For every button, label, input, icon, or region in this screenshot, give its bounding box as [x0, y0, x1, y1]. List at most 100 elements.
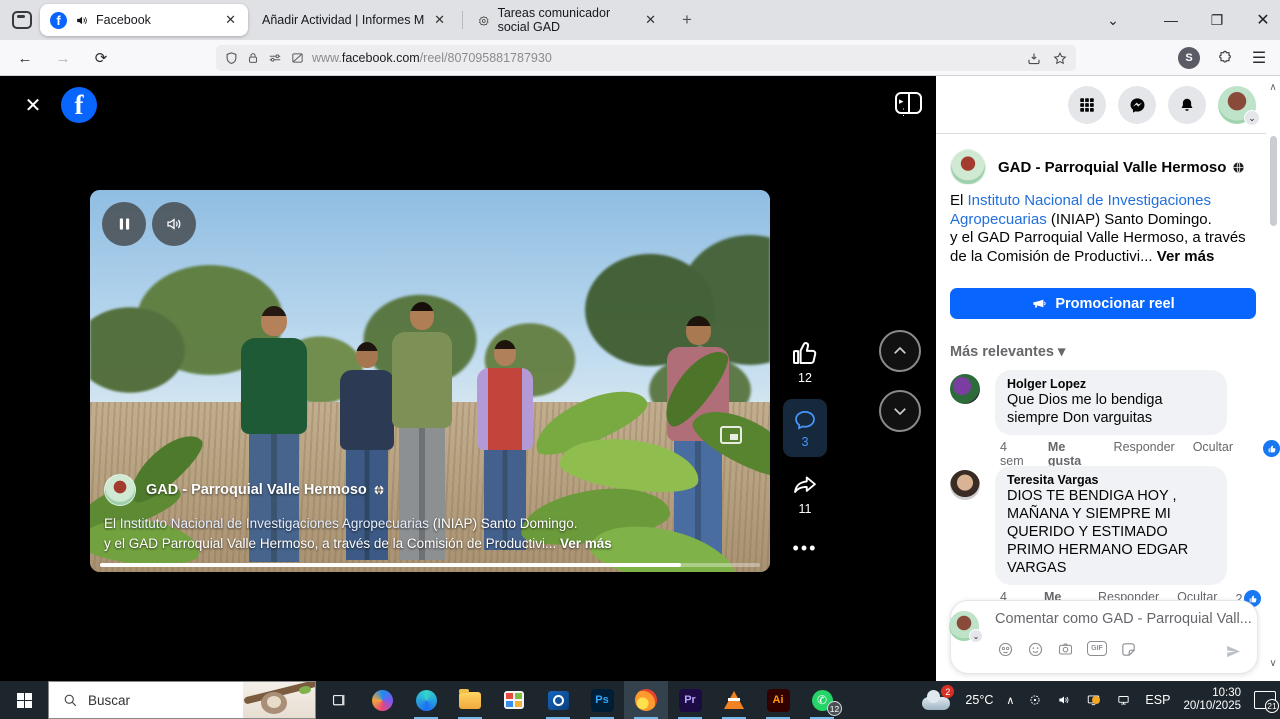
- cast-alert-icon[interactable]: [1085, 693, 1102, 707]
- comment-author[interactable]: Holger Lopez: [1007, 377, 1215, 391]
- save-page-icon[interactable]: [1026, 51, 1042, 66]
- temperature-label[interactable]: 25°C: [965, 693, 993, 707]
- composer-avatar[interactable]: ⌄: [949, 611, 979, 641]
- sticker-icon[interactable]: [1120, 641, 1137, 658]
- permissions-icon[interactable]: [267, 51, 283, 65]
- commenter-avatar[interactable]: [950, 470, 980, 500]
- outlook-icon[interactable]: [536, 681, 580, 719]
- window-close-button[interactable]: ✕: [1240, 0, 1280, 40]
- window-restore-button[interactable]: ❐: [1194, 0, 1240, 40]
- blocked-content-icon[interactable]: [290, 51, 305, 65]
- reload-button[interactable]: ⟳: [88, 46, 114, 70]
- whatsapp-icon[interactable]: ✆ 12: [800, 681, 844, 719]
- language-indicator[interactable]: ESP: [1145, 693, 1170, 707]
- like-icon[interactable]: [790, 338, 820, 368]
- vlc-icon[interactable]: [712, 681, 756, 719]
- copilot-icon[interactable]: [360, 681, 404, 719]
- back-button[interactable]: ←: [12, 46, 38, 70]
- comments-sort-dropdown[interactable]: Más relevantes ▾: [950, 344, 1065, 360]
- video-page-name[interactable]: GAD - Parroquial Valle Hermoso: [146, 482, 385, 498]
- tab-facebook[interactable]: f Facebook ✕: [40, 4, 248, 36]
- premiere-icon[interactable]: Pr: [668, 681, 712, 719]
- close-reel-icon[interactable]: ✕: [20, 92, 46, 118]
- account-avatar[interactable]: ⌄: [1218, 86, 1256, 124]
- comment-hide-button[interactable]: Ocultar: [1193, 440, 1233, 454]
- page-header[interactable]: GAD - Parroquial Valle Hermoso: [950, 149, 1245, 185]
- tab-informes[interactable]: Añadir Actividad | Informes Mensua ✕: [252, 4, 457, 36]
- picture-in-picture-icon[interactable]: [720, 426, 742, 444]
- illustrator-icon[interactable]: Ai: [756, 681, 800, 719]
- sidebar-scrollbar-thumb[interactable]: [1270, 136, 1277, 226]
- notifications-button[interactable]: [1168, 86, 1206, 124]
- page-avatar[interactable]: [950, 149, 986, 185]
- pause-button[interactable]: [102, 202, 146, 246]
- toggle-comments-panel-icon[interactable]: [895, 92, 922, 114]
- lock-icon[interactable]: [246, 51, 260, 65]
- see-more-link[interactable]: Ver más: [1157, 248, 1215, 265]
- facebook-logo[interactable]: f: [61, 87, 97, 123]
- comment-reply-button[interactable]: Responder: [1114, 440, 1175, 454]
- camera-icon[interactable]: [1057, 641, 1074, 657]
- photoshop-icon[interactable]: Ps: [580, 681, 624, 719]
- firefox-icon[interactable]: [624, 681, 668, 719]
- comment-button[interactable]: 3: [783, 399, 827, 457]
- file-explorer-icon[interactable]: [448, 681, 492, 719]
- shield-icon[interactable]: [224, 51, 239, 66]
- page-avatar[interactable]: [104, 474, 136, 506]
- forward-button[interactable]: →: [50, 46, 76, 70]
- window-minimize-button[interactable]: —: [1148, 0, 1194, 40]
- taskbar-search-input[interactable]: Buscar: [48, 681, 316, 719]
- tray-expand-chevron-icon[interactable]: ∧: [1006, 694, 1014, 707]
- comment-author[interactable]: Teresita Vargas: [1007, 473, 1215, 487]
- tab-close-icon[interactable]: ✕: [643, 12, 658, 28]
- tab-audio-icon[interactable]: [75, 14, 88, 27]
- meet-now-icon[interactable]: [1027, 693, 1043, 707]
- composer-input[interactable]: Comentar como GAD - Parroquial Vall...: [995, 611, 1252, 627]
- sidebar-scroll-down[interactable]: ∨: [1267, 658, 1279, 669]
- comment-bubble[interactable]: Holger Lopez Que Dios me lo bendiga siem…: [995, 370, 1227, 435]
- video-progress-bar[interactable]: [100, 563, 760, 567]
- emoji-icon[interactable]: [1027, 641, 1044, 658]
- next-reel-button[interactable]: [879, 390, 921, 432]
- microsoft-store-icon[interactable]: [492, 681, 536, 719]
- reel-video[interactable]: GAD - Parroquial Valle Hermoso El Instit…: [90, 190, 770, 572]
- weather-widget[interactable]: 2: [922, 689, 952, 711]
- volume-button[interactable]: [152, 202, 196, 246]
- commenter-avatar[interactable]: [950, 374, 980, 404]
- network-icon[interactable]: [1115, 693, 1132, 707]
- start-button[interactable]: [0, 681, 48, 719]
- apps-menu-button[interactable]: [1068, 86, 1106, 124]
- new-tab-button[interactable]: +: [670, 0, 704, 40]
- more-options-icon[interactable]: •••: [793, 538, 818, 559]
- volume-tray-icon[interactable]: [1056, 693, 1072, 707]
- clock-widget[interactable]: 10:30 20/10/2025: [1183, 687, 1241, 713]
- search-highlight-sloth-image[interactable]: [243, 682, 315, 718]
- task-view-button[interactable]: [316, 681, 360, 719]
- list-tabs-chevron-icon[interactable]: ⌄: [1090, 0, 1136, 40]
- bookmark-star-icon[interactable]: [1052, 51, 1068, 66]
- messenger-button[interactable]: [1118, 86, 1156, 124]
- sidebar-scroll-up[interactable]: ∧: [1267, 82, 1279, 93]
- edge-icon[interactable]: [404, 681, 448, 719]
- tab-close-icon[interactable]: ✕: [223, 12, 238, 28]
- avatar-sticker-icon[interactable]: [997, 641, 1014, 658]
- see-more-link[interactable]: Ver más: [560, 536, 612, 551]
- comment-reactions[interactable]: [1263, 440, 1280, 457]
- promote-reel-button[interactable]: Promocionar reel: [950, 288, 1256, 319]
- menu-hamburger-icon[interactable]: ☰: [1246, 46, 1272, 70]
- gif-icon[interactable]: GIF: [1087, 641, 1107, 656]
- tab-tareas[interactable]: Tareas comunicador social GAD ✕: [468, 4, 668, 36]
- iniap-link[interactable]: Instituto Nacional de Investigaciones Ag…: [120, 516, 429, 531]
- comment-bubble[interactable]: Teresita Vargas DIOS TE BENDIGA HOY , MA…: [995, 466, 1227, 585]
- comment-composer[interactable]: ⌄ Comentar como GAD - Parroquial Vall...…: [950, 600, 1258, 674]
- page-name[interactable]: GAD - Parroquial Valle Hermoso: [998, 159, 1245, 176]
- address-bar[interactable]: www.facebook.com/reel/807095881787930: [216, 45, 1076, 71]
- video-description[interactable]: El Instituto Nacional de Investigaciones…: [104, 514, 612, 554]
- send-comment-icon[interactable]: [1224, 643, 1243, 665]
- share-icon[interactable]: [790, 471, 820, 499]
- url-text[interactable]: www.facebook.com/reel/807095881787930: [312, 51, 1019, 65]
- comment-like-button[interactable]: Me gusta: [1048, 440, 1096, 468]
- tab-close-icon[interactable]: ✕: [432, 12, 447, 28]
- comment-time[interactable]: 4 sem: [1000, 440, 1030, 468]
- previous-reel-button[interactable]: [879, 330, 921, 372]
